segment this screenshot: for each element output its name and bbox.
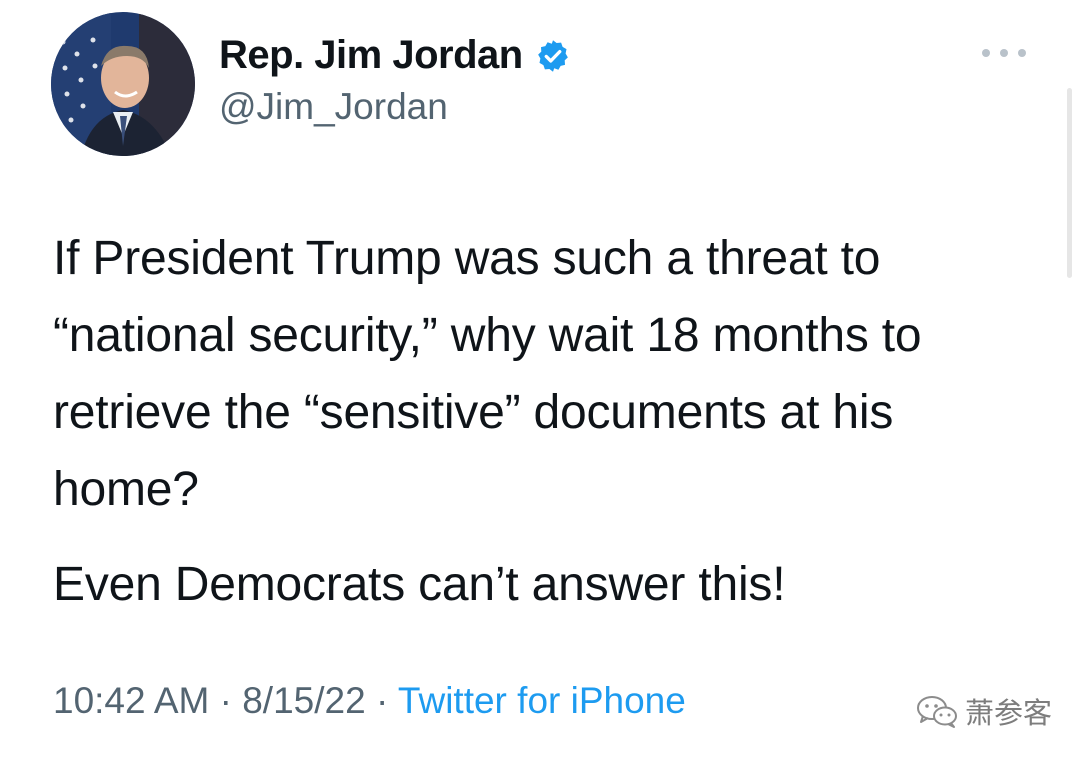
tweet-paragraph-1: If President Trump was such a threat to … [53, 232, 922, 516]
watermark: 萧参客 [915, 690, 1052, 732]
more-dot [1018, 49, 1026, 57]
author-handle[interactable]: @Jim_Jordan [219, 86, 448, 128]
tweet-card: Rep. Jim Jordan @Jim_Jordan If President… [0, 0, 1080, 759]
meta-separator: · [219, 680, 232, 721]
avatar[interactable] [51, 12, 195, 156]
wechat-icon [917, 696, 957, 728]
tweet-paragraph-2: Even Democrats can’t answer this! [53, 558, 786, 611]
verified-badge-icon [535, 38, 571, 74]
author-display-name: Rep. Jim Jordan [219, 33, 523, 77]
more-dot [1000, 49, 1008, 57]
more-dot [982, 49, 990, 57]
tweet-date[interactable]: 8/15/22 [242, 680, 365, 721]
author-name-row[interactable]: Rep. Jim Jordan [219, 33, 571, 78]
tweet-text: If President Trump was such a threat to … [53, 220, 1013, 623]
more-horizontal-icon[interactable] [982, 38, 1026, 68]
meta-separator: · [375, 680, 389, 721]
tweet-meta: 10:42 AM · 8/15/22 · Twitter for iPhone [53, 680, 686, 722]
tweet-source-link[interactable]: Twitter for iPhone [398, 680, 686, 721]
scrollbar[interactable] [1067, 88, 1072, 278]
tweet-time[interactable]: 10:42 AM [53, 680, 209, 721]
avatar-image [51, 12, 195, 156]
watermark-text: 萧参客 [965, 698, 1053, 730]
